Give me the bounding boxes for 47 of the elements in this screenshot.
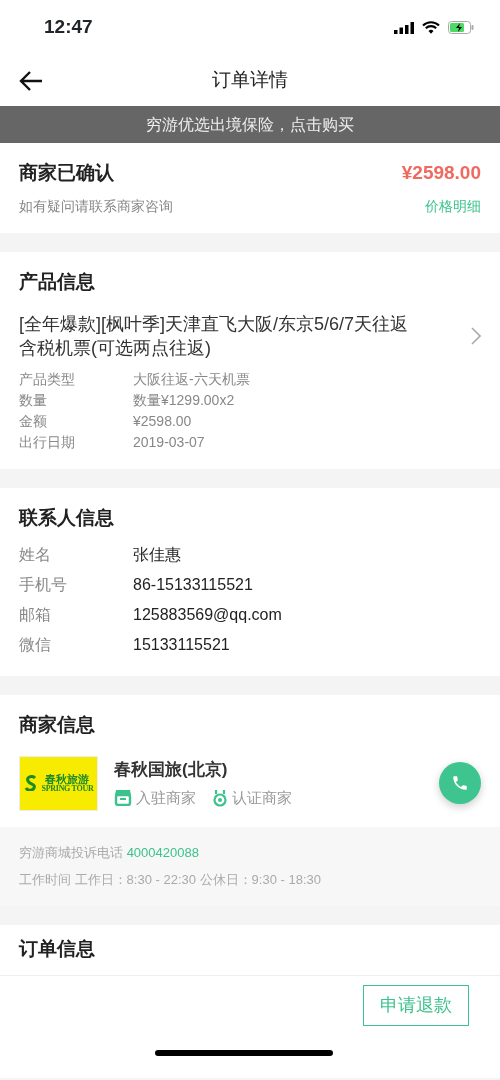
wifi-icon [422, 21, 440, 34]
logo-subtext: SPRING TOUR [41, 785, 94, 794]
order-status: 商家已确认 [19, 161, 114, 185]
field-label: 产品类型 [19, 369, 76, 389]
price-detail-link[interactable]: 价格明细 [425, 195, 481, 217]
merchant-tag: 入驻商家 [136, 786, 196, 810]
field-label: 出行日期 [19, 432, 76, 452]
phone-icon [451, 774, 469, 793]
store-icon [114, 789, 132, 807]
battery-icon [448, 21, 474, 34]
field-label: 微信 [19, 635, 52, 656]
field-value: 125883569@qq.com [133, 605, 282, 626]
field-value: 86-15133115521 [133, 575, 253, 596]
logo-text: 春秋旅游 [45, 773, 90, 786]
section-heading: 订单信息 [19, 937, 95, 962]
back-button[interactable] [18, 68, 44, 93]
product-link[interactable]: [全年爆款][枫叶季]天津直飞大阪/东京5/6/7天往返含税机票(可选两点往返) [19, 312, 481, 361]
field-value: 15133115521 [133, 635, 230, 656]
field-label: 金额 [19, 411, 48, 431]
medal-icon [212, 788, 228, 807]
total-price: ¥2598.00 [401, 161, 481, 185]
logo-mark-icon [23, 775, 38, 792]
section-heading: 商家信息 [19, 713, 96, 738]
insurance-banner[interactable]: 穷游优选出境保险，点击购买 [0, 106, 500, 143]
section-heading: 联系人信息 [19, 505, 115, 530]
field-label: 数量 [19, 390, 48, 410]
field-label: 邮箱 [19, 605, 52, 626]
field-value: 大阪往返-六天机票 [133, 369, 250, 389]
working-hours: 工作时间 工作日：8:30 - 22:30 公休日：9:30 - 18:30 [19, 871, 322, 890]
field-label: 手机号 [19, 575, 68, 596]
section-heading: 产品信息 [19, 269, 96, 294]
field-value: ¥2598.00 [133, 411, 192, 431]
field-value: 2019-03-07 [133, 432, 205, 452]
contact-hint: 如有疑问请联系商家咨询 [19, 196, 173, 216]
merchant-tag: 认证商家 [232, 786, 292, 810]
complaint-label: 穷游商城投诉电话 [19, 844, 123, 860]
page-title: 订单详情 [212, 68, 288, 93]
status-time: 12:47 [44, 15, 93, 40]
signal-icon [394, 21, 414, 34]
chevron-right-icon [471, 327, 481, 346]
product-name: [全年爆款][枫叶季]天津直飞大阪/东京5/6/7天往返含税机票(可选两点往返) [19, 313, 410, 361]
field-value: 张佳惠 [133, 545, 181, 566]
refund-button[interactable]: 申请退款 [363, 984, 469, 1026]
complaint-phone-link[interactable]: 4000420088 [126, 844, 199, 860]
merchant-name: 春秋国旅(北京) [114, 759, 229, 782]
field-value: 数量¥1299.00x2 [133, 390, 235, 410]
field-label: 姓名 [19, 545, 52, 566]
